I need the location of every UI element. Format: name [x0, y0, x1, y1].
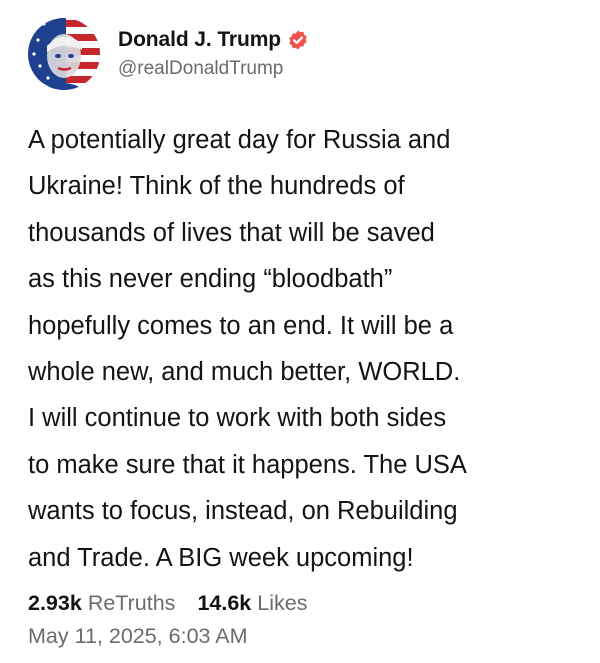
post-header: Donald J. Trump @realDonaldTrump: [28, 18, 576, 90]
post-timestamp[interactable]: May 11, 2025, 6:03 AM: [28, 624, 576, 649]
retruths-stat[interactable]: 2.93k ReTruths: [28, 591, 175, 616]
likes-stat[interactable]: 14.6k Likes: [197, 591, 307, 616]
avatar[interactable]: [28, 18, 100, 90]
likes-count: 14.6k: [197, 591, 252, 616]
retruths-count: 2.93k: [28, 591, 82, 616]
display-name[interactable]: Donald J. Trump: [118, 28, 281, 52]
verified-badge-icon: [287, 29, 309, 51]
retruths-label: ReTruths: [87, 591, 176, 616]
truth-post: Donald J. Trump @realDonaldTrump A poten…: [0, 0, 600, 663]
author-handle[interactable]: @realDonaldTrump: [118, 58, 309, 80]
display-name-row: Donald J. Trump: [118, 28, 309, 52]
avatar-image: [28, 18, 100, 90]
post-stats: 2.93k ReTruths 14.6k Likes: [28, 591, 576, 616]
author-names: Donald J. Trump @realDonaldTrump: [118, 28, 309, 80]
post-text: A potentially great day for Russia and U…: [28, 126, 467, 572]
likes-label: Likes: [257, 591, 308, 616]
